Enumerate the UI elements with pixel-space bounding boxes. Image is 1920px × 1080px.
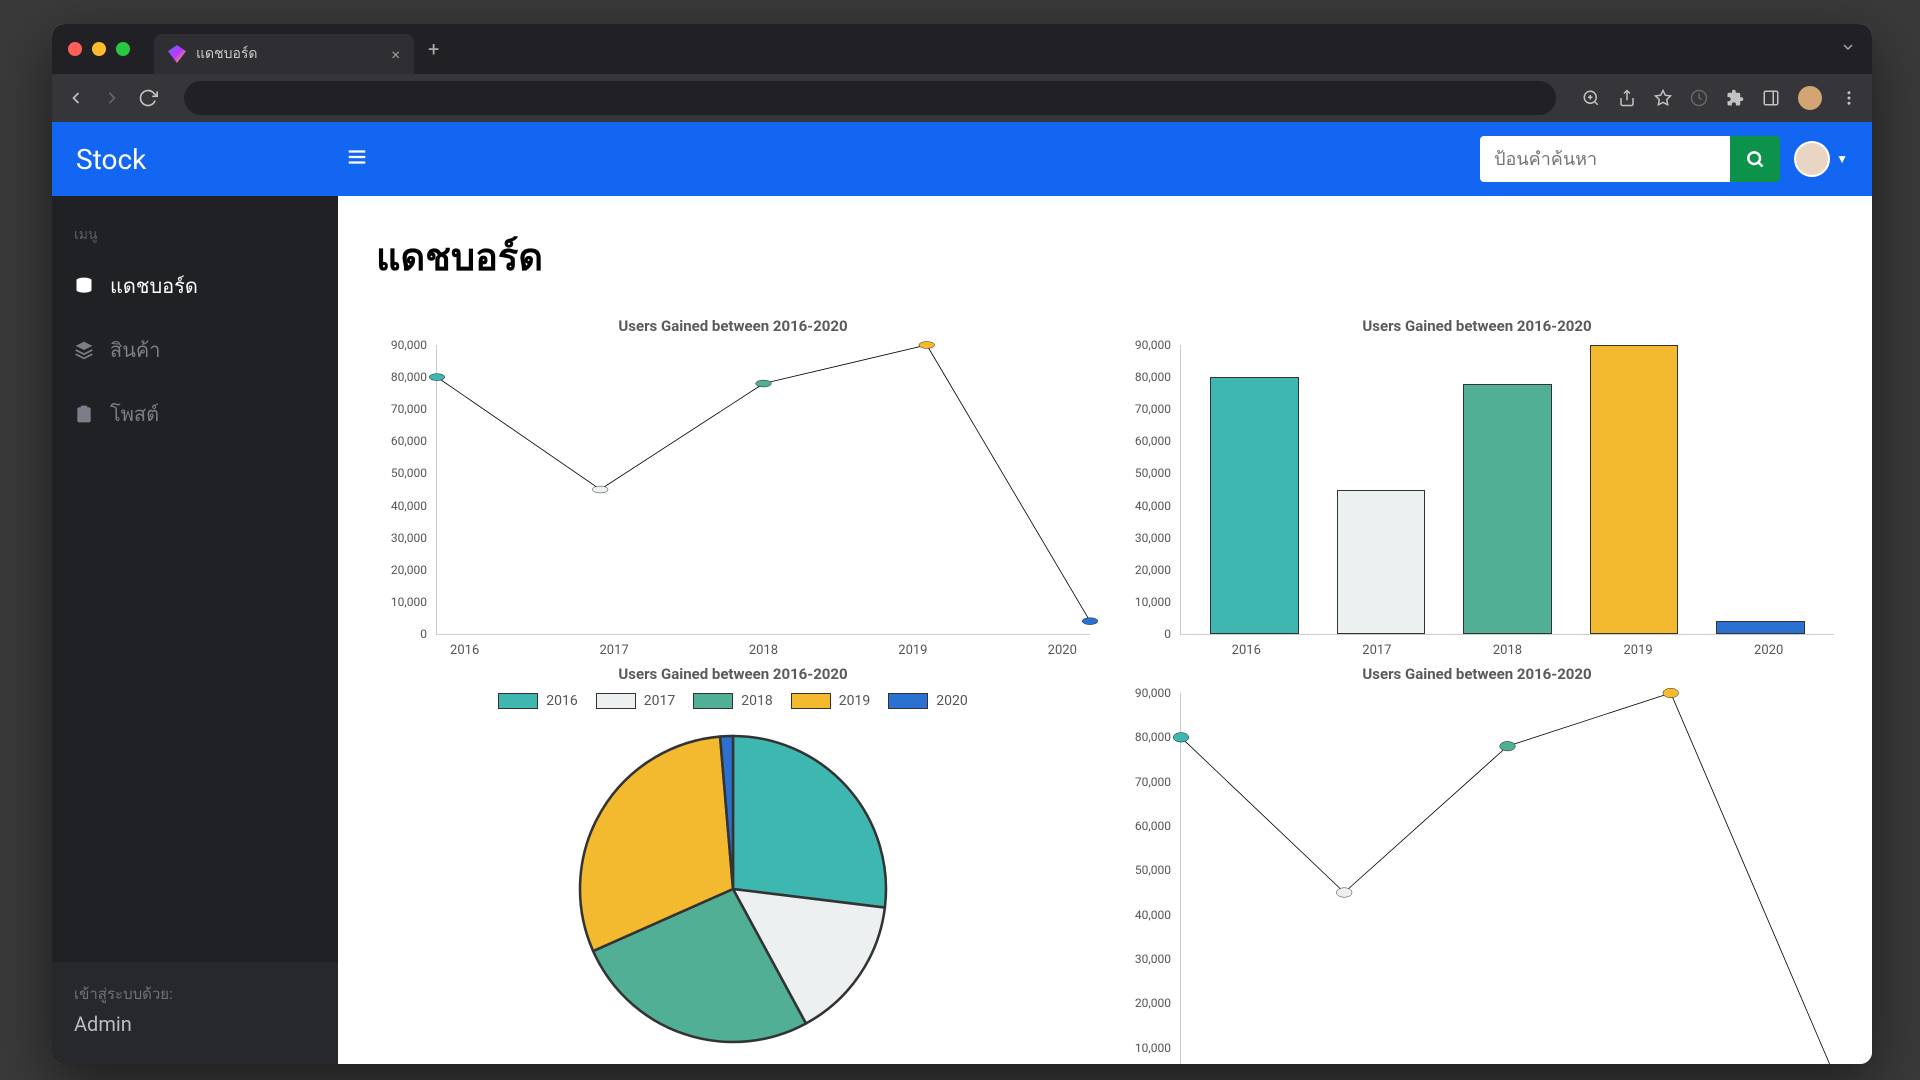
sidebar-footer: เข้าสู่ระบบด้วย: Admin	[52, 962, 338, 1064]
browser-actions	[1582, 86, 1858, 110]
app-body: เมนู แดชบอร์ด สินค้า โพสต์ เข้าสู่ระบบด้…	[52, 196, 1872, 1064]
sidebar-item-label: สินค้า	[110, 334, 161, 366]
app-root: Stock ▼ เมนู	[52, 122, 1872, 1064]
y-axis: 010,00020,00030,00040,00050,00060,00070,…	[377, 345, 432, 634]
address-bar[interactable]	[184, 81, 1556, 115]
user-menu[interactable]: ▼	[1794, 141, 1848, 177]
brand-title: Stock	[76, 143, 346, 176]
y-axis: 010,00020,00030,00040,00050,00060,00070,…	[1121, 345, 1176, 634]
chart-title: Users Gained between 2016-2020	[1120, 317, 1834, 335]
chevron-down-icon: ▼	[1836, 152, 1848, 166]
chart-plot-area: 010,00020,00030,00040,00050,00060,00070,…	[436, 345, 1090, 635]
pie-legend: 20162017201820192020	[376, 693, 1090, 709]
browser-window: แดชบอร์ด × + Stock	[52, 24, 1872, 1064]
main-content: แดชบอร์ด Users Gained between 2016-2020 …	[338, 196, 1872, 1064]
navbar-right: ▼	[1480, 136, 1848, 182]
browser-toolbar	[52, 74, 1872, 122]
charts-grid: Users Gained between 2016-2020 010,00020…	[376, 317, 1834, 1064]
sidebar-item-posts[interactable]: โพสต์	[52, 382, 338, 446]
chart-title: Users Gained between 2016-2020	[376, 665, 1090, 683]
sidebar-item-label: แดชบอร์ด	[110, 270, 198, 302]
search-input[interactable]	[1480, 136, 1730, 182]
zoom-icon[interactable]	[1582, 89, 1600, 107]
tab-title: แดชบอร์ด	[196, 43, 258, 65]
x-axis: 20162017201820192020	[437, 643, 1090, 658]
menu-icon[interactable]	[1840, 89, 1858, 107]
sidebar-item-products[interactable]: สินค้า	[52, 318, 338, 382]
chart-plot-area: 010,00020,00030,00040,00050,00060,00070,…	[1180, 345, 1834, 635]
minimize-window-button[interactable]	[92, 42, 106, 56]
sidebar-item-label: โพสต์	[110, 398, 159, 430]
close-tab-button[interactable]: ×	[391, 45, 400, 64]
close-window-button[interactable]	[68, 42, 82, 56]
reload-button[interactable]	[138, 88, 158, 108]
user-avatar	[1794, 141, 1830, 177]
pie-wrap	[376, 719, 1090, 1059]
x-axis: 20162017201820192020	[1181, 643, 1834, 658]
bars	[1181, 345, 1834, 634]
vite-icon	[168, 45, 186, 63]
window-controls	[68, 42, 130, 56]
chart-plot-area: 010,00020,00030,00040,00050,00060,00070,…	[1180, 693, 1834, 1064]
profile-avatar[interactable]	[1798, 86, 1822, 110]
chart-title: Users Gained between 2016-2020	[376, 317, 1090, 335]
new-tab-button[interactable]: +	[428, 37, 439, 61]
clipboard-icon	[74, 404, 96, 424]
panel-icon[interactable]	[1762, 89, 1780, 107]
browser-tab-bar: แดชบอร์ด × +	[52, 24, 1872, 74]
extensions-icon[interactable]	[1726, 89, 1744, 107]
search-group	[1480, 136, 1780, 182]
share-icon[interactable]	[1618, 89, 1636, 107]
app-navbar: Stock ▼	[52, 122, 1872, 196]
browser-tab[interactable]: แดชบอร์ด ×	[154, 34, 414, 74]
history-icon[interactable]	[1690, 89, 1708, 107]
chart-pie: Users Gained between 2016-2020 201620172…	[376, 665, 1090, 1064]
chart-bar: Users Gained between 2016-2020 010,00020…	[1120, 317, 1834, 635]
pie-plot	[553, 719, 913, 1059]
chart-line-2: Users Gained between 2016-2020 010,00020…	[1120, 665, 1834, 1064]
sidebar-toggle-button[interactable]	[346, 146, 368, 172]
sidebar: เมนู แดชบอร์ด สินค้า โพสต์ เข้าสู่ระบบด้…	[52, 196, 338, 1064]
login-as-user: Admin	[74, 1012, 316, 1036]
tabs-dropdown-button[interactable]	[1840, 39, 1856, 59]
bookmark-icon[interactable]	[1654, 89, 1672, 107]
forward-button[interactable]	[102, 88, 122, 108]
page-title: แดชบอร์ด	[376, 226, 1834, 287]
sidebar-section-label: เมนู	[52, 216, 338, 254]
layers-icon	[74, 340, 96, 360]
sidebar-item-dashboard[interactable]: แดชบอร์ด	[52, 254, 338, 318]
line-plot	[437, 345, 1090, 634]
line-plot	[1181, 693, 1834, 1064]
back-button[interactable]	[66, 88, 86, 108]
chart-line-1: Users Gained between 2016-2020 010,00020…	[376, 317, 1090, 635]
y-axis: 010,00020,00030,00040,00050,00060,00070,…	[1121, 693, 1176, 1064]
chart-title: Users Gained between 2016-2020	[1120, 665, 1834, 683]
search-button[interactable]	[1730, 136, 1780, 182]
maximize-window-button[interactable]	[116, 42, 130, 56]
login-as-label: เข้าสู่ระบบด้วย:	[74, 982, 316, 1006]
database-icon	[74, 276, 96, 296]
